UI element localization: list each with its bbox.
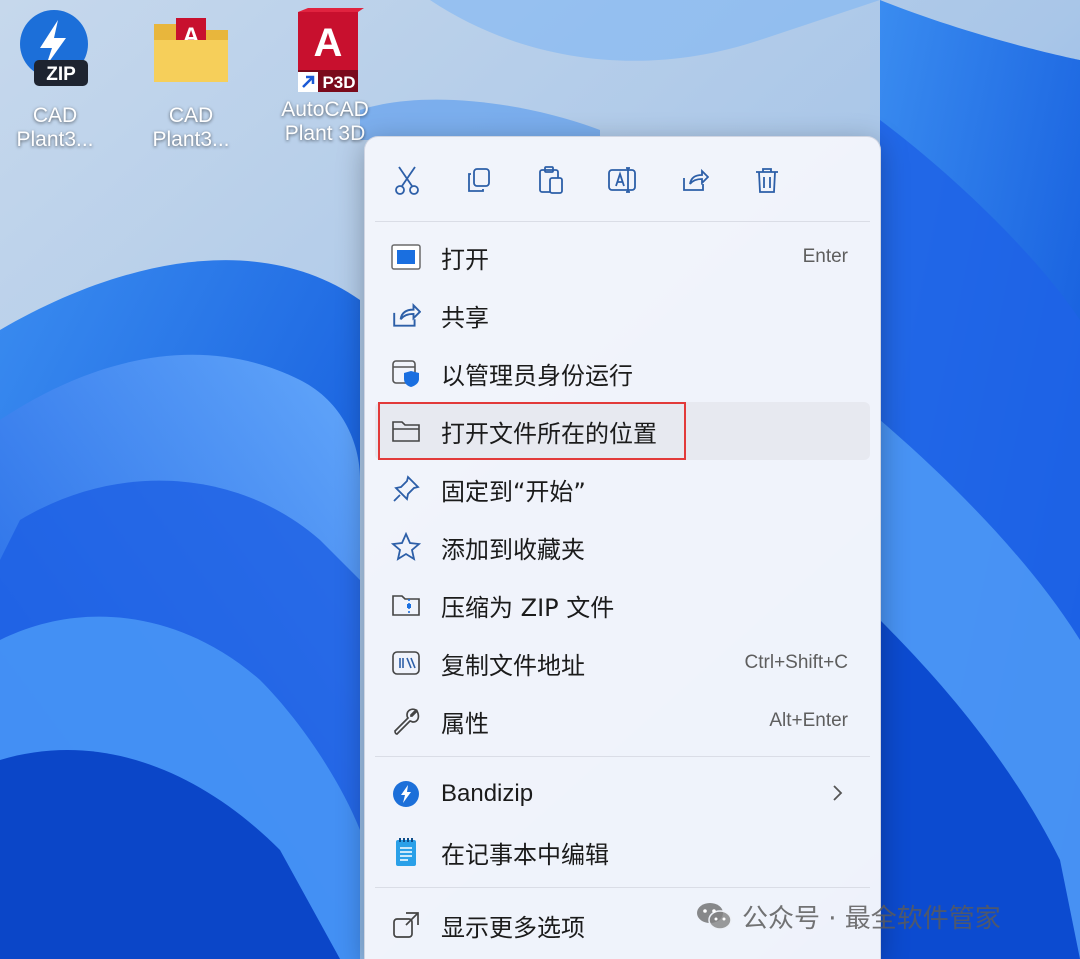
menu-item-label: 添加到收藏夹 xyxy=(441,535,585,564)
wechat-icon xyxy=(697,903,732,930)
autocad-plant3d-icon: A P3D xyxy=(284,8,366,92)
rename-icon xyxy=(608,167,636,193)
more-options-icon xyxy=(391,910,421,940)
notepad-icon xyxy=(391,837,421,867)
autocad-letter: A xyxy=(314,21,343,65)
menu-item-label: Bandizip xyxy=(441,780,534,807)
menu-item-label: 在记事本中编辑 xyxy=(441,840,609,869)
cut-icon xyxy=(395,166,419,195)
menu-item-compress-zip[interactable]: 压缩为 ZIP 文件 xyxy=(375,576,870,634)
star-icon xyxy=(391,532,421,562)
context-menu-toolbar xyxy=(365,137,880,221)
copy-button[interactable] xyxy=(461,162,497,198)
pin-icon xyxy=(391,474,421,504)
menu-item-label: 打开文件所在的位置 xyxy=(441,419,657,448)
watermark: 公众号 · 最全软件管家 xyxy=(696,896,1001,936)
menu-item-run-as-admin[interactable]: 以管理员身份运行 xyxy=(375,344,870,402)
desktop-icon-label: CAD Plant3... xyxy=(16,104,94,151)
folder-icon xyxy=(391,416,421,446)
context-menu: 打开 Enter 共享 以管理员身份运行 打开文件所在的位置 固定到“开始” 添… xyxy=(364,136,881,959)
bandizip-archive-icon: ZIP xyxy=(14,8,96,90)
copy-icon xyxy=(468,168,490,192)
share-button[interactable] xyxy=(677,162,713,198)
watermark-text: 公众号 · 最全软件管家 xyxy=(742,903,1001,934)
paste-button[interactable] xyxy=(533,162,569,198)
delete-icon xyxy=(756,168,778,193)
desktop-icon-cad-plant3d-folder[interactable]: A CAD Plant3... xyxy=(136,8,246,152)
paste-icon xyxy=(539,166,563,194)
chevron-right-icon xyxy=(830,783,844,807)
menu-item-bandizip[interactable]: Bandizip xyxy=(375,765,870,823)
menu-item-label: 共享 xyxy=(441,303,489,332)
menu-item-open[interactable]: 打开 Enter xyxy=(375,228,870,286)
menu-item-shortcut: Ctrl+Shift+C xyxy=(744,652,848,673)
menu-item-label: 压缩为 ZIP 文件 xyxy=(441,593,615,622)
menu-item-label: 复制文件地址 xyxy=(441,651,585,680)
bandizip-icon xyxy=(391,779,421,809)
p3d-badge-text: P3D xyxy=(322,73,355,92)
menu-item-shortcut: Alt+Enter xyxy=(769,710,848,731)
desktop-icon-label: CAD Plant3... xyxy=(152,104,230,151)
desktop-icon-autocad-plant3d[interactable]: A P3D AutoCAD Plant 3D xyxy=(270,8,380,146)
menu-item-properties[interactable]: 属性 Alt+Enter xyxy=(375,692,870,750)
delete-button[interactable] xyxy=(749,162,785,198)
menu-item-add-to-favorites[interactable]: 添加到收藏夹 xyxy=(375,518,870,576)
menu-item-shortcut: Enter xyxy=(802,246,848,267)
menu-item-label: 以管理员身份运行 xyxy=(441,361,633,390)
desktop-icon-label: AutoCAD Plant 3D xyxy=(281,98,369,145)
menu-item-pin-to-start[interactable]: 固定到“开始” xyxy=(375,460,870,518)
wrench-icon xyxy=(391,706,421,736)
open-app-icon xyxy=(391,242,421,272)
menu-item-copy-path[interactable]: 复制文件地址 Ctrl+Shift+C xyxy=(375,634,870,692)
cut-button[interactable] xyxy=(389,162,425,198)
share-icon xyxy=(683,168,709,191)
desktop-icon-cad-plant3d-zip[interactable]: ZIP CAD Plant3... xyxy=(0,8,110,152)
shield-icon xyxy=(391,358,421,388)
share-icon xyxy=(391,300,421,330)
rename-button[interactable] xyxy=(605,162,641,198)
menu-item-label: 显示更多选项 xyxy=(441,913,585,942)
zip-folder-icon xyxy=(391,590,421,620)
menu-item-label: 属性 xyxy=(441,709,489,738)
menu-item-edit-in-notepad[interactable]: 在记事本中编辑 xyxy=(375,823,870,881)
zip-badge-text: ZIP xyxy=(46,64,76,85)
menu-item-open-file-location[interactable]: 打开文件所在的位置 xyxy=(375,402,870,460)
menu-item-label: 打开 xyxy=(441,245,489,274)
menu-item-share[interactable]: 共享 xyxy=(375,286,870,344)
copy-path-icon xyxy=(391,648,421,678)
menu-item-label: 固定到“开始” xyxy=(441,477,586,506)
autocad-folder-icon: A xyxy=(150,8,232,90)
